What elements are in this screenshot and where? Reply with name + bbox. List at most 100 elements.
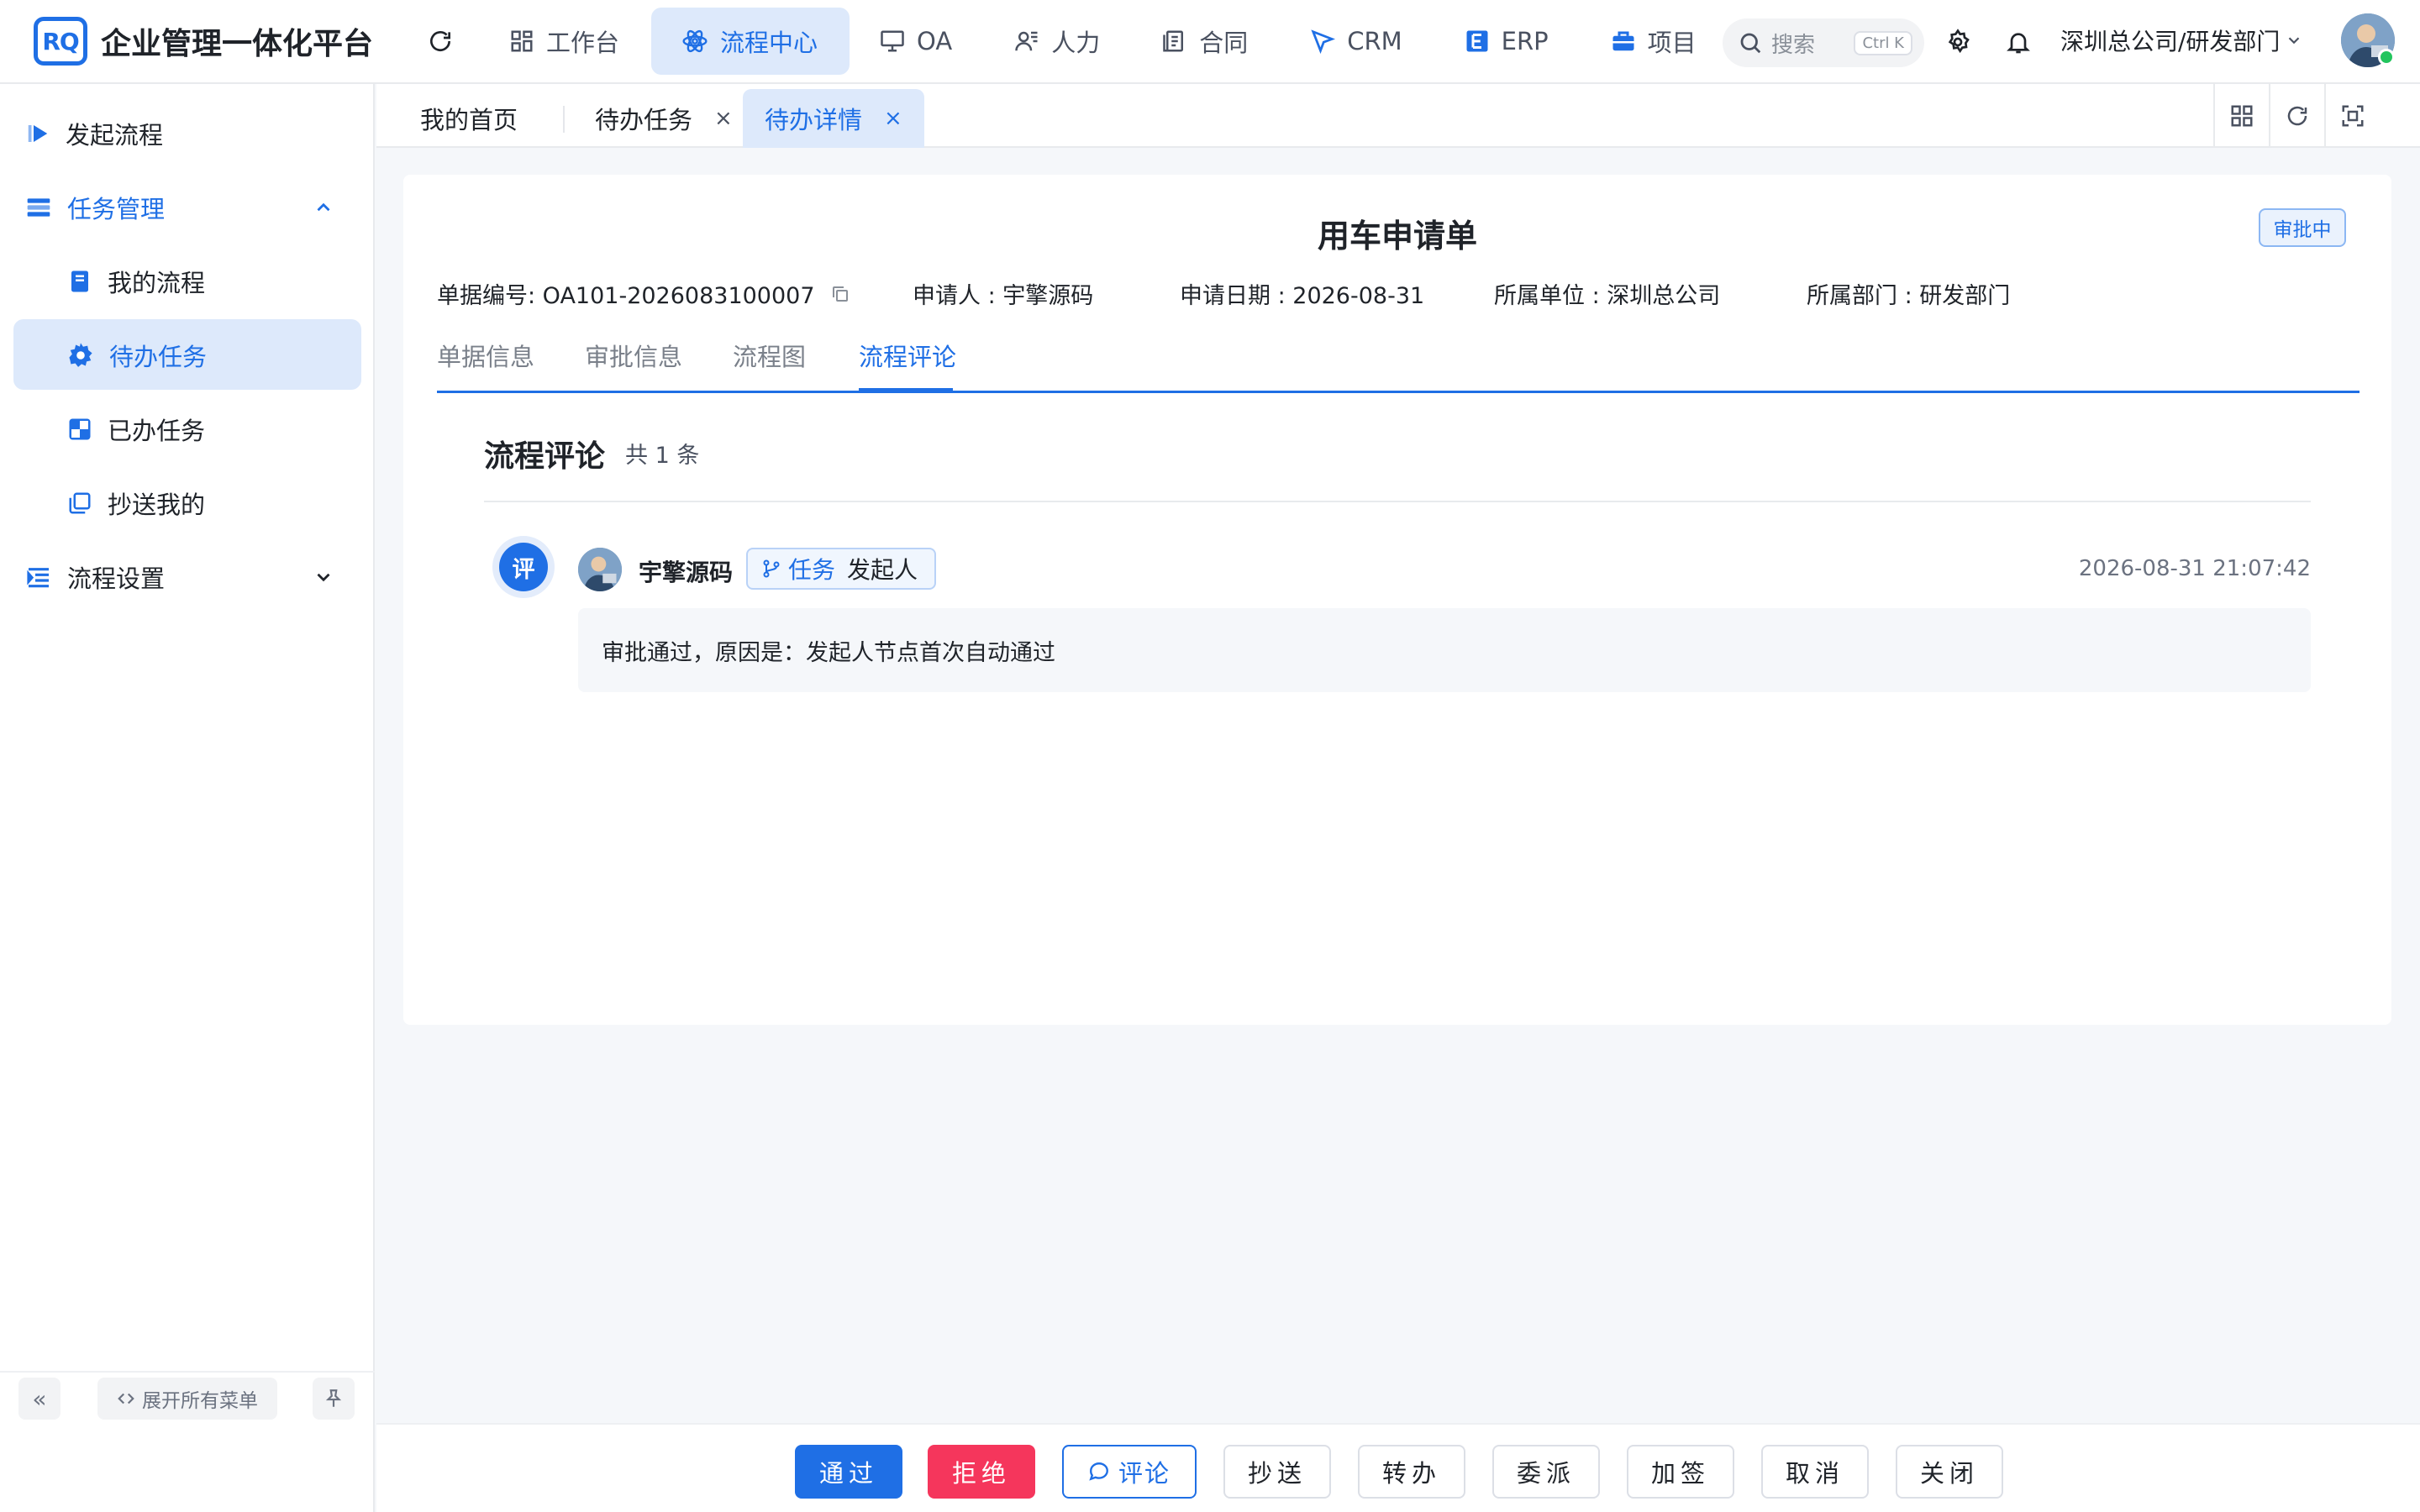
sidebar-item-label: 流程设置 (67, 564, 166, 593)
avatar (578, 548, 622, 591)
form-detail-card: 用车申请单 审批中 单据编号: OA101-2026083100007 申请人 … (403, 175, 2391, 1025)
active-tab-indicator (859, 388, 953, 393)
comment-type-badge: 评 (499, 543, 548, 591)
sidebar-group-process-settings[interactable]: 流程设置 (25, 559, 350, 595)
nav-label: 流程中心 (720, 29, 818, 57)
meta-apply-date: 申请日期 : 2026-08-31 (1180, 283, 1425, 309)
nav-label: 项目 (1647, 29, 1697, 57)
settings-gear-icon[interactable] (1941, 25, 1975, 59)
delegate-button[interactable]: 委派 (1492, 1445, 1600, 1499)
tab-flowchart[interactable]: 流程图 (733, 338, 806, 373)
tab-form-info[interactable]: 单据信息 (437, 338, 534, 373)
reload-icon[interactable] (2269, 84, 2324, 148)
sidebar-item-done-tasks[interactable]: 已办任务 (67, 412, 205, 447)
org-selector[interactable]: 深圳总公司/研发部门 (2060, 24, 2303, 57)
briefcase-icon (1612, 31, 1634, 51)
sidebar: 发起流程 任务管理 我的流程 待办任务 已办任务 抄送我的 流程设置 (0, 84, 375, 1512)
nav-item-project[interactable]: 项目 (1581, 8, 1728, 75)
nav-item-workbench[interactable]: 工作台 (479, 8, 651, 75)
cancel-button[interactable]: 取消 (1761, 1445, 1869, 1499)
workflow-icon (682, 29, 708, 53)
expand-all-label: 展开所有菜单 (142, 1390, 258, 1412)
page-tab-label: 待办详情 (765, 106, 863, 134)
collapse-sidebar-button[interactable]: « (18, 1378, 60, 1420)
tab-approval-info[interactable]: 审批信息 (585, 338, 682, 373)
sidebar-item-cc-me[interactable]: 抄送我的 (67, 486, 205, 521)
sidebar-item-label: 我的流程 (108, 269, 206, 297)
comment-button[interactable]: 评论 (1062, 1445, 1197, 1499)
sidebar-item-todo-tasks[interactable]: 待办任务 (67, 338, 207, 373)
nav-item-erp[interactable]: ERP (1434, 8, 1581, 75)
close-icon[interactable]: × (714, 106, 733, 131)
status-badge: 审批中 (2259, 208, 2346, 247)
comment-node-tag: 任务 发起人 (746, 548, 937, 590)
nav-item-contract[interactable]: 合同 (1132, 8, 1280, 75)
tag-value: 发起人 (847, 556, 918, 584)
dashboard-icon (511, 30, 533, 52)
nav-item-hr[interactable]: 人力 (984, 8, 1132, 75)
tab-process-comments[interactable]: 流程评论 (859, 338, 956, 373)
page-tab-todo[interactable]: 待办任务 × (595, 89, 733, 148)
nav-item-workflow[interactable]: 流程中心 (651, 8, 850, 75)
nav-item-crm[interactable]: CRM (1280, 8, 1434, 75)
search-input[interactable]: 搜索 Ctrl K (1723, 18, 1924, 67)
meta-applicant: 申请人 : 宇擎源码 (913, 283, 1094, 309)
refresh-icon[interactable] (424, 24, 457, 58)
nav-label: CRM (1347, 27, 1402, 55)
monitor-icon (881, 30, 904, 52)
grid-layout-icon[interactable] (2213, 84, 2269, 148)
meta-dept: 所属部门 : 研发部门 (1807, 283, 2011, 309)
fullscreen-icon[interactable] (2324, 84, 2380, 148)
bell-icon[interactable] (2002, 25, 2035, 59)
people-icon (1015, 31, 1038, 51)
close-button[interactable]: 关闭 (1896, 1445, 2003, 1499)
logo-mark: RQ (34, 17, 87, 66)
comment-content: 审批通过，原因是：发起人节点首次自动通过 (578, 608, 2311, 692)
app-logo[interactable]: RQ 企业管理一体化平台 (34, 17, 387, 66)
document-icon (1163, 30, 1184, 52)
sidebar-group-task-management[interactable]: 任务管理 (25, 190, 350, 225)
approve-button[interactable]: 通过 (795, 1445, 902, 1499)
page-tab-home[interactable]: 我的首页 (420, 89, 518, 148)
action-bar: 通过 拒绝 评论 抄送 转办 委派 加签 取消 关闭 (376, 1423, 2420, 1512)
nav-item-oa[interactable]: OA (850, 8, 984, 75)
sidebar-item-my-process[interactable]: 我的流程 (67, 264, 205, 299)
meta-unit: 所属单位 : 深圳总公司 (1494, 283, 1721, 309)
app-title: 企业管理一体化平台 (101, 27, 374, 61)
copy-icon[interactable] (830, 284, 850, 304)
page-tabs-bar: 我的首页 待办任务 × 待办详情 × (376, 84, 2420, 148)
nav-label: 人力 (1051, 29, 1101, 57)
cc-button[interactable]: 抄送 (1223, 1445, 1331, 1499)
search-icon (1740, 33, 1761, 54)
section-divider (484, 501, 2311, 502)
branch-icon (763, 559, 780, 578)
page-tab-label: 我的首页 (420, 106, 518, 134)
transfer-button[interactable]: 转办 (1358, 1445, 1465, 1499)
chevron-up-icon (317, 202, 330, 212)
copy-icon (69, 492, 91, 514)
search-placeholder: 搜索 (1771, 32, 1816, 58)
sidebar-item-label: 发起流程 (66, 121, 164, 150)
expand-all-menus-button[interactable]: 展开所有菜单 (97, 1378, 277, 1420)
online-status-dot (2378, 49, 2395, 66)
page-tab-todo-detail[interactable]: 待办详情 × (743, 89, 924, 148)
add-signer-button[interactable]: 加签 (1627, 1445, 1734, 1499)
sidebar-item-label: 已办任务 (108, 417, 206, 445)
chevron-down-icon (317, 573, 330, 582)
pin-icon[interactable] (313, 1378, 355, 1420)
comment-time: 2026-08-31 21:07:42 (2078, 556, 2311, 581)
comment-button-label: 评论 (1118, 1459, 1171, 1488)
comments-count: 共 1 条 (625, 443, 700, 469)
top-nav: 工作台 流程中心 OA 人力 合同 CRM ERP 项目 · (479, 0, 1807, 83)
comments-section-title: 流程评论 (484, 439, 606, 474)
sidebar-item-label: 抄送我的 (108, 491, 206, 519)
close-icon[interactable]: × (884, 106, 902, 131)
sidebar-item-start-process[interactable]: 发起流程 (25, 116, 163, 151)
book-icon (71, 270, 88, 292)
page-tab-label: 待办任务 (595, 106, 693, 134)
sidebar-item-label: 任务管理 (67, 195, 166, 223)
org-label: 深圳总公司/研发部门 (2060, 28, 2281, 55)
reject-button[interactable]: 拒绝 (928, 1445, 1035, 1499)
chat-bubble-icon (1089, 1462, 1108, 1481)
gear-icon (69, 343, 92, 367)
